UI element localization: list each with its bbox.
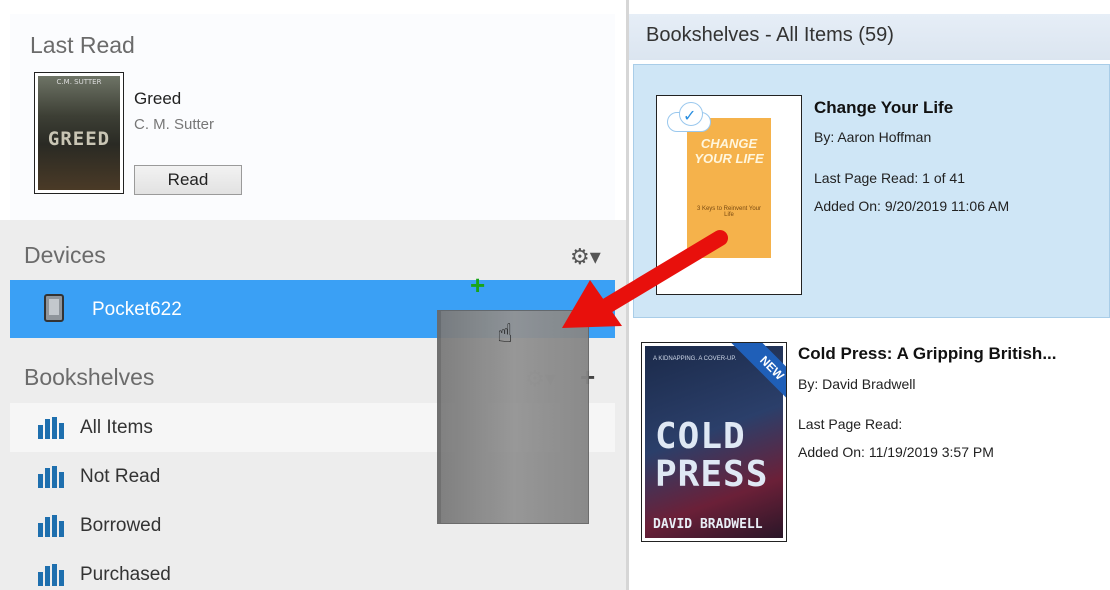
content-header: Bookshelves - All Items (59) bbox=[629, 14, 1110, 60]
arrow-annotation bbox=[562, 230, 728, 328]
page-title: Bookshelves - All Items (59) bbox=[646, 24, 894, 46]
book-last-page-read: Last Page Read: 1 of 41 bbox=[814, 170, 965, 186]
last-read-book-cover[interactable]: C.M. SUTTER GREED bbox=[34, 72, 124, 194]
cover-subtitle-text: 3 Keys to Reinvent Your Life bbox=[696, 206, 762, 218]
device-name: Pocket622 bbox=[92, 299, 182, 320]
cloud-check-icon: ✓ bbox=[667, 102, 711, 134]
cover-author-text: DAVID BRADWELL bbox=[653, 517, 763, 532]
devices-heading: Devices bbox=[24, 242, 106, 268]
book-title[interactable]: Cold Press: A Gripping British... bbox=[798, 344, 1057, 364]
cover-title-text: COLD PRESS bbox=[655, 416, 769, 495]
cover-author-text: C.M. SUTTER bbox=[56, 78, 102, 86]
last-read-book-title: Greed bbox=[134, 89, 182, 108]
book-author: By: Aaron Hoffman bbox=[814, 129, 932, 145]
book-last-page-read: Last Page Read: bbox=[798, 416, 903, 432]
last-read-section: Last Read C.M. SUTTER GREED Greed C. M. … bbox=[10, 14, 615, 220]
book-added-on: Added On: 11/19/2019 3:57 PM bbox=[798, 444, 994, 460]
bookshelf-icon bbox=[38, 564, 64, 586]
read-button[interactable]: Read bbox=[134, 165, 242, 195]
book-title: Change Your Life bbox=[814, 98, 954, 117]
shelf-label: Borrowed bbox=[80, 515, 162, 536]
bookshelf-icon bbox=[38, 466, 64, 488]
last-read-heading: Last Read bbox=[30, 32, 135, 58]
book-added-on: Added On: 9/20/2019 11:06 AM bbox=[814, 198, 1010, 214]
shelf-item-purchased[interactable]: Purchased bbox=[10, 550, 615, 590]
last-read-book-author: C. M. Sutter bbox=[134, 116, 215, 133]
ereader-device-icon bbox=[44, 294, 64, 322]
cover-title-text: GREED bbox=[47, 128, 111, 150]
drag-ghost-book bbox=[437, 310, 589, 524]
plus-icon: + bbox=[470, 270, 486, 300]
cover-title-text: CHANGE YOUR LIFE bbox=[694, 136, 764, 166]
bookshelves-heading: Bookshelves bbox=[24, 364, 155, 390]
book-cover[interactable]: A KIDNAPPING. A COVER-UP. COLD PRESS DAV… bbox=[641, 342, 787, 542]
hand-pointer-icon: ☝ bbox=[497, 318, 513, 348]
cover-tagline-text: A KIDNAPPING. A COVER-UP. bbox=[653, 356, 737, 362]
bookshelf-icon bbox=[38, 515, 64, 537]
book-author: By: David Bradwell bbox=[798, 376, 916, 392]
bookshelf-icon bbox=[38, 417, 64, 439]
shelf-label: Not Read bbox=[80, 466, 161, 487]
shelf-label: All Items bbox=[80, 417, 153, 438]
shelf-label: Purchased bbox=[80, 564, 171, 585]
